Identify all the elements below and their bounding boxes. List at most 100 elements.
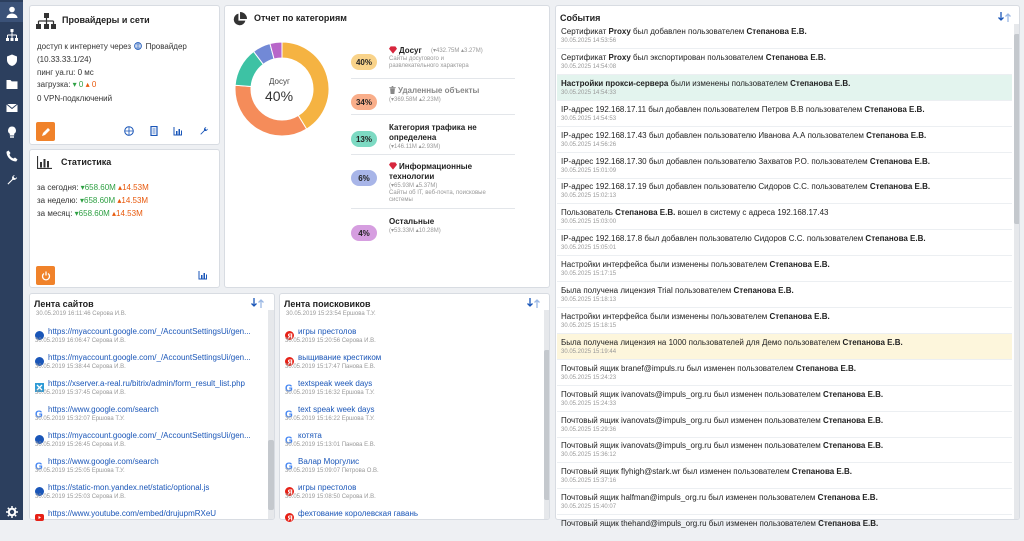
sidebar-item-shield[interactable] (0, 50, 23, 70)
load-down: ▾ 0 (72, 80, 84, 89)
event-item[interactable]: Почтовый ящик halfman@impuls_org.ru был … (557, 489, 1012, 516)
sidebar-item-mail[interactable] (0, 98, 23, 118)
category-item[interactable]: 4% Остальные (▾53.33M ▴10.28M) (351, 214, 491, 252)
feed-item: https://myaccount.google.com/_/AccountSe… (29, 350, 266, 376)
globe-icon (35, 431, 44, 444)
event-item[interactable]: Была получена лицензия на 1000 пользоват… (557, 333, 1012, 360)
event-item[interactable]: Почтовый ящик branef@impuls.ru был измен… (557, 360, 1012, 386)
feed-link[interactable]: https://www.google.com/search (48, 405, 159, 414)
event-date: 30.05.2025 15:03:00 (561, 219, 617, 226)
category-item[interactable]: 34% Удаленные объекты (▾369.58M ▴2.23M) (351, 83, 491, 121)
event-item[interactable]: Сертификат Proxy был добавлен пользовате… (557, 23, 1012, 49)
feed-link[interactable]: https://www.google.com/search (48, 457, 159, 466)
feed-link[interactable]: котята (298, 431, 322, 440)
search-scrollbar[interactable] (544, 310, 549, 519)
bar-chart-icon[interactable] (198, 270, 208, 280)
event-item[interactable]: IP-адрес 192.168.17.43 был добавлен поль… (557, 127, 1012, 153)
sidebar-item-wrench[interactable] (0, 170, 23, 190)
sidebar-item-network[interactable] (0, 25, 23, 45)
event-date: 30.05.2025 15:01:09 (561, 167, 617, 174)
sort-icon[interactable] (526, 298, 542, 308)
feed-link[interactable]: Валар Моргулис (298, 457, 359, 466)
event-item[interactable]: IP-адрес 192.168.17.11 был добавлен поль… (557, 101, 1012, 127)
event-item[interactable]: Настройки прокси-сервера были изменены п… (557, 74, 1012, 101)
event-segment: IP-адрес 192.168.17.19 был добавлен поль… (561, 182, 870, 192)
sidebar-item-gear[interactable] (0, 502, 23, 522)
bar-chart-icon[interactable] (173, 126, 183, 136)
load-status: загрузка: ▾ 0 ▴ 0 (37, 80, 96, 89)
event-date: 30.05.2025 14:54:33 (561, 89, 617, 96)
category-description: Сайты досугового и развлекательного хара… (389, 56, 469, 69)
event-text: IP-адрес 192.168.17.43 был добавлен поль… (561, 131, 926, 140)
wrench-icon[interactable] (199, 126, 209, 136)
event-date: 30.05.2025 15:36:12 (561, 452, 617, 459)
event-emphasis: Степанова Е.В. (795, 363, 856, 373)
provider-name[interactable]: Провайдер (146, 42, 187, 51)
power-button[interactable] (36, 266, 55, 285)
event-item[interactable]: Почтовый ящик ivanovats@impuls_org.ru бы… (557, 412, 1012, 438)
sidebar-item-phone[interactable] (0, 146, 23, 166)
event-text: Была получена лицензия Trial пользовател… (561, 286, 794, 295)
category-name: Категория трафика не определена (389, 123, 497, 143)
sort-icon[interactable] (250, 298, 266, 308)
event-item[interactable]: IP-адрес 192.168.17.30 был добавлен поль… (557, 153, 1012, 179)
event-text: Почтовый ящик ivanovats@impuls_org.ru бы… (561, 416, 883, 425)
sidebar-item-user[interactable] (0, 2, 23, 22)
sidebar-item-folder[interactable] (0, 74, 23, 94)
feed-meta: 30.05.2019 15:32:07 Ершова Т.У. (35, 416, 125, 422)
event-item[interactable]: IP-адрес 192.168.17.19 был добавлен поль… (557, 178, 1012, 205)
feed-link[interactable]: фехтование королевская гавань (298, 509, 418, 518)
feed-link[interactable]: выщивание крестиком (298, 353, 381, 362)
category-item[interactable]: 13% Категория трафика не определена (▾146.… (351, 120, 491, 158)
events-title: События (560, 13, 601, 23)
feed-item: Ghttps://www.google.com/search 30.05.2019… (29, 402, 266, 428)
event-item[interactable]: Почтовый ящик flyhigh@stark.wr был измен… (557, 463, 1012, 490)
event-text: IP-адрес 192.168.17.8 был добавлен польз… (561, 234, 926, 243)
event-segment: Сертификат (561, 27, 609, 36)
event-item[interactable]: Была получена лицензия Trial пользовател… (557, 282, 1012, 308)
category-item[interactable]: 6% Информационные технологии (▾65.93M ▴5.3… (351, 159, 491, 203)
event-text: Почтовый ящик halfman@impuls_org.ru был … (561, 493, 878, 502)
feed-link[interactable]: игры престолов (298, 327, 356, 336)
event-date: 30.05.2025 15:18:13 (561, 297, 617, 303)
event-item[interactable]: Почтовый ящик ivanovats@impuls_org.ru бы… (557, 386, 1012, 412)
event-item[interactable]: Настройки интерфейса были изменены польз… (557, 308, 1012, 334)
pencil-icon (41, 127, 50, 136)
feed-link[interactable]: https://www.youtube.com/embed/drujupmRXe… (48, 509, 216, 518)
event-text: Сертификат Proxy был экспортирован польз… (561, 53, 826, 62)
event-text: Почтовый ящик flyhigh@stark.wr был измен… (561, 467, 852, 476)
feed-link[interactable]: text speak week days (298, 405, 374, 414)
feed-link[interactable]: textspeak week days (298, 379, 372, 388)
feed-link[interactable]: https://myaccount.google.com/_/AccountSe… (48, 327, 251, 336)
category-item[interactable]: 40% Досуг (▾432.75M ▴3.27M) Сайты досуговог… (351, 43, 491, 81)
event-item[interactable]: Пользователь Степанова Е.В. вошел в сист… (557, 204, 1012, 231)
feed-item: https://xserver.a-real.ru/bitrix/admin/f… (29, 376, 266, 402)
edit-provider-button[interactable] (36, 122, 55, 141)
feed-link[interactable]: https://static-mon.yandex.net/static/opt… (48, 483, 209, 492)
event-item[interactable]: Настройки интерфейса были изменены польз… (557, 256, 1012, 283)
globe-link-icon[interactable] (124, 126, 134, 136)
sites-scrollbar[interactable] (268, 310, 274, 519)
sort-icon[interactable] (997, 12, 1013, 22)
feed-link[interactable]: https://myaccount.google.com/_/AccountSe… (48, 353, 251, 362)
event-item[interactable]: IP-адрес 192.168.17.8 был добавлен польз… (557, 230, 1012, 257)
event-segment: Почтовый ящик thehand@impuls_org.ru был … (561, 519, 819, 529)
sidebar-item-lightbulb[interactable] (0, 122, 23, 142)
event-item[interactable]: Почтовый ящик thehand@impuls_org.ru был … (557, 515, 1012, 541)
feed-link[interactable]: https://xserver.a-real.ru/bitrix/admin/f… (48, 379, 245, 388)
event-date: 30.05.2025 15:05:01 (561, 245, 617, 252)
trash-icon (389, 86, 396, 94)
event-item[interactable]: Сертификат Proxy был экспортирован польз… (557, 49, 1012, 75)
event-emphasis: Степанова Е.В. (822, 415, 884, 425)
event-item[interactable]: Почтовый ящик ivanovats@impuls_org.ru бы… (557, 437, 1012, 464)
feed-item: Яфехтование королевская гавань (279, 506, 541, 532)
donut-center-label: Досуг (269, 77, 290, 86)
search-feed-title: Лента поисковиков (284, 299, 371, 309)
feed-link[interactable]: игры престолов (298, 483, 356, 492)
globe-icon (35, 353, 44, 366)
category-name: Остальные (389, 217, 497, 227)
event-emphasis: Степанова Е.В. (769, 260, 830, 270)
feed-link[interactable]: https://myaccount.google.com/_/AccountSe… (48, 431, 251, 440)
server-icon[interactable] (149, 126, 159, 136)
events-scrollbar[interactable] (1014, 24, 1019, 519)
